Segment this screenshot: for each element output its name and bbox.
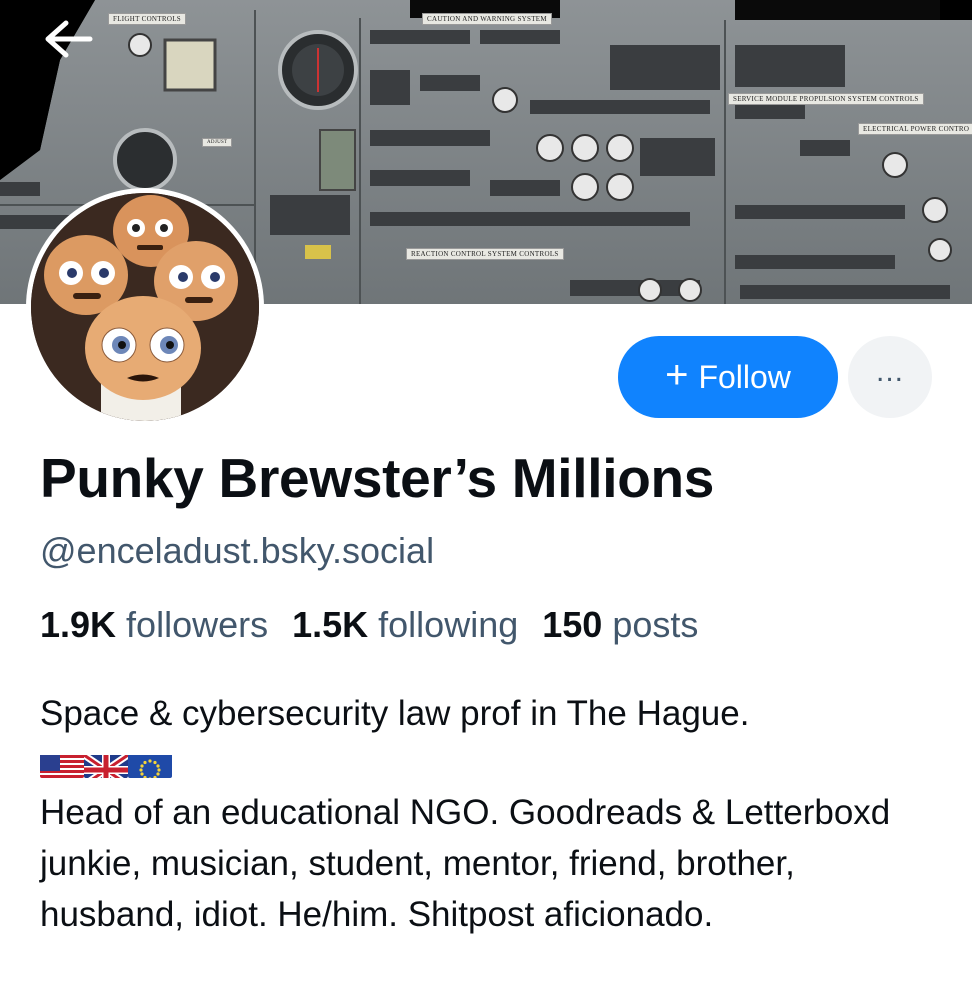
display-name: Punky Brewster’s Millions (40, 447, 715, 509)
us-flag-icon (40, 748, 84, 778)
banner-label-flight-controls: FLIGHT CONTROLS (108, 13, 186, 25)
avatar-image (31, 193, 259, 421)
bio-line-1: Space & cybersecurity law prof in The Ha… (40, 694, 750, 733)
handle: @enceladust.bsky.social (40, 530, 435, 571)
posts-stat: 150 posts (542, 604, 698, 646)
more-options-button[interactable]: ... (848, 336, 932, 418)
followers-label: followers (126, 604, 269, 645)
banner-label-propulsion: SERVICE MODULE PROPULSION SYSTEM CONTROL… (728, 93, 924, 105)
arrow-left-icon (45, 20, 93, 58)
following-label: following (378, 604, 519, 645)
following-count: 1.5K (292, 604, 369, 645)
banner-label-adjust: ADJUST (202, 138, 233, 147)
ellipsis-icon: ... (875, 355, 904, 388)
back-button[interactable] (38, 14, 98, 64)
follow-button[interactable]: + Follow (618, 336, 838, 418)
following-stat[interactable]: 1.5K following (292, 604, 518, 646)
banner-label-caution: CAUTION AND WARNING SYSTEM (422, 13, 552, 25)
banner-label-reaction: REACTION CONTROL SYSTEM CONTROLS (406, 248, 564, 260)
bio: Space & cybersecurity law prof in The Ha… (40, 688, 940, 940)
bio-flags (40, 741, 940, 785)
plus-icon: + (665, 353, 689, 397)
posts-count: 150 (542, 604, 603, 645)
bio-line-2: Head of an educational NGO. Goodreads & … (40, 793, 891, 934)
avatar[interactable] (26, 188, 264, 426)
profile-stats: 1.9K followers 1.5K following 150 posts (40, 604, 698, 646)
followers-count: 1.9K (40, 604, 117, 645)
followers-stat[interactable]: 1.9K followers (40, 604, 268, 646)
banner-label-electrical: ELECTRICAL POWER CONTRO (858, 123, 972, 135)
posts-label: posts (612, 604, 699, 645)
eu-flag-icon (128, 748, 172, 778)
uk-flag-icon (84, 748, 128, 778)
follow-label: Follow (698, 358, 791, 395)
